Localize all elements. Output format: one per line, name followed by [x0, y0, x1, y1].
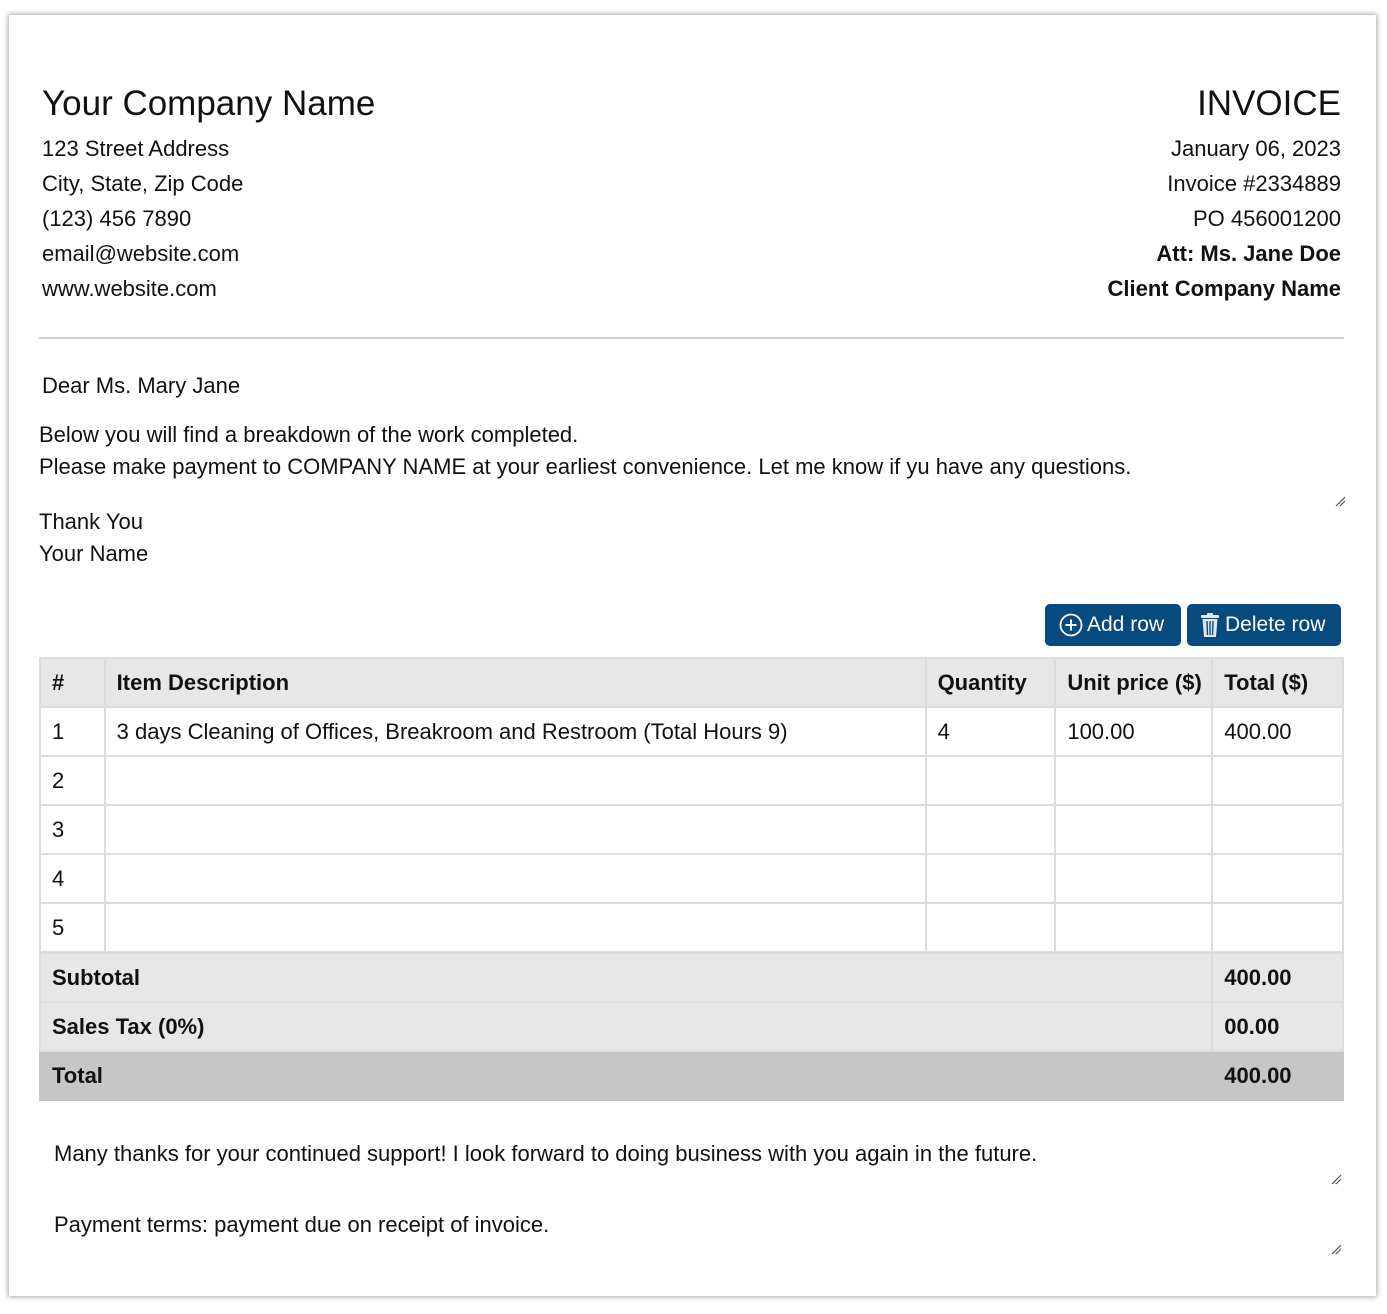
- greeting[interactable]: Dear Ms. Mary Jane: [42, 371, 240, 401]
- total-value: 400.00: [1211, 1050, 1344, 1101]
- item-description-cell[interactable]: [103, 902, 927, 954]
- column-header-total: Total ($): [1211, 657, 1344, 708]
- signoff-line: Thank You: [39, 509, 143, 534]
- payment-terms-textarea[interactable]: Payment terms: payment due on receipt of…: [54, 1210, 549, 1240]
- item-description-cell[interactable]: [103, 853, 927, 904]
- row-number: 3: [39, 804, 106, 855]
- table-header-row: # Item Description Quantity Unit price (…: [39, 657, 1344, 708]
- item-description-cell[interactable]: 3 days Cleaning of Offices, Breakroom an…: [103, 706, 927, 757]
- thanks-note-textarea[interactable]: Many thanks for your continued support! …: [54, 1139, 1037, 1169]
- company-name[interactable]: Your Company Name: [42, 83, 375, 125]
- header-divider: [39, 337, 1344, 339]
- table-row: 2: [39, 755, 1344, 806]
- resize-grip-icon[interactable]: [1330, 1173, 1342, 1185]
- company-info: 123 Street Address City, State, Zip Code…: [42, 131, 243, 306]
- subtotal-value: 400.00: [1211, 951, 1344, 1003]
- unit-price-cell[interactable]: [1054, 853, 1214, 904]
- row-number: 4: [39, 853, 106, 904]
- message-line: Please make payment to COMPANY NAME at y…: [39, 454, 1132, 479]
- line-total-cell: 400.00: [1211, 706, 1344, 757]
- quantity-cell[interactable]: [924, 755, 1057, 806]
- unit-price-cell[interactable]: [1054, 804, 1214, 855]
- quantity-cell[interactable]: [924, 804, 1057, 855]
- item-description-cell[interactable]: [103, 804, 927, 855]
- delete-row-button[interactable]: Delete row: [1187, 604, 1341, 646]
- table-row: 4: [39, 853, 1344, 904]
- company-website[interactable]: www.website.com: [42, 271, 243, 306]
- delete-row-label: Delete row: [1225, 613, 1326, 636]
- plus-circle-icon: [1059, 613, 1083, 637]
- client-company-name[interactable]: Client Company Name: [1108, 271, 1342, 306]
- total-label: Total: [38, 1050, 1214, 1101]
- company-address[interactable]: 123 Street Address: [42, 131, 243, 166]
- total-row: Total 400.00: [38, 1050, 1344, 1101]
- unit-price-cell[interactable]: [1054, 902, 1214, 954]
- table-row: 3: [39, 804, 1344, 855]
- company-city-state-zip[interactable]: City, State, Zip Code: [42, 166, 243, 201]
- column-header-description: Item Description: [103, 657, 927, 708]
- trash-icon: [1199, 612, 1221, 638]
- signoff[interactable]: Thank You Your Name: [39, 506, 148, 570]
- row-number: 2: [39, 755, 106, 806]
- items-table: # Item Description Quantity Unit price (…: [38, 657, 1344, 1101]
- po-number[interactable]: PO 456001200: [1108, 201, 1341, 236]
- message-line: Below you will find a breakdown of the w…: [39, 422, 579, 447]
- invoice-page: Your Company Name INVOICE 123 Street Add…: [9, 15, 1376, 1296]
- column-header-unit-price: Unit price ($): [1054, 657, 1214, 708]
- unit-price-cell[interactable]: [1054, 755, 1214, 806]
- resize-grip-icon[interactable]: [1330, 1243, 1342, 1255]
- invoice-info: January 06, 2023 Invoice #2334889 PO 456…: [1108, 131, 1342, 306]
- invoice-date[interactable]: January 06, 2023: [1108, 131, 1341, 166]
- column-header-number: #: [39, 657, 106, 708]
- unit-price-cell[interactable]: 100.00: [1054, 706, 1214, 757]
- add-row-button[interactable]: Add row: [1045, 604, 1181, 646]
- attention-line[interactable]: Att: Ms. Jane Doe: [1108, 236, 1341, 271]
- quantity-cell[interactable]: [924, 902, 1057, 954]
- line-total-cell: [1211, 755, 1344, 806]
- row-number: 5: [39, 902, 106, 954]
- resize-grip-icon[interactable]: [1334, 495, 1346, 507]
- invoice-number[interactable]: Invoice #2334889: [1108, 166, 1341, 201]
- quantity-cell[interactable]: [924, 853, 1057, 904]
- row-number: 1: [39, 706, 106, 757]
- add-row-label: Add row: [1087, 613, 1165, 636]
- company-email[interactable]: email@website.com: [42, 236, 243, 271]
- subtotal-row: Subtotal 400.00: [38, 951, 1344, 1003]
- sales-tax-value: 00.00: [1211, 1001, 1344, 1052]
- signoff-name: Your Name: [39, 541, 149, 566]
- line-total-cell: [1211, 853, 1344, 904]
- table-row: 5: [39, 902, 1344, 954]
- line-total-cell: [1211, 804, 1344, 855]
- message-textarea[interactable]: Below you will find a breakdown of the w…: [39, 419, 1346, 507]
- table-row: 1 3 days Cleaning of Offices, Breakroom …: [39, 706, 1344, 757]
- sales-tax-label[interactable]: Sales Tax (0%): [38, 1001, 1214, 1052]
- subtotal-label: Subtotal: [38, 951, 1214, 1003]
- line-total-cell: [1211, 902, 1344, 954]
- sales-tax-row: Sales Tax (0%) 00.00: [38, 1001, 1344, 1052]
- invoice-title[interactable]: INVOICE: [1197, 83, 1341, 125]
- item-description-cell[interactable]: [103, 755, 927, 806]
- company-phone[interactable]: (123) 456 7890: [42, 201, 243, 236]
- column-header-quantity: Quantity: [924, 657, 1057, 708]
- quantity-cell[interactable]: 4: [924, 706, 1057, 757]
